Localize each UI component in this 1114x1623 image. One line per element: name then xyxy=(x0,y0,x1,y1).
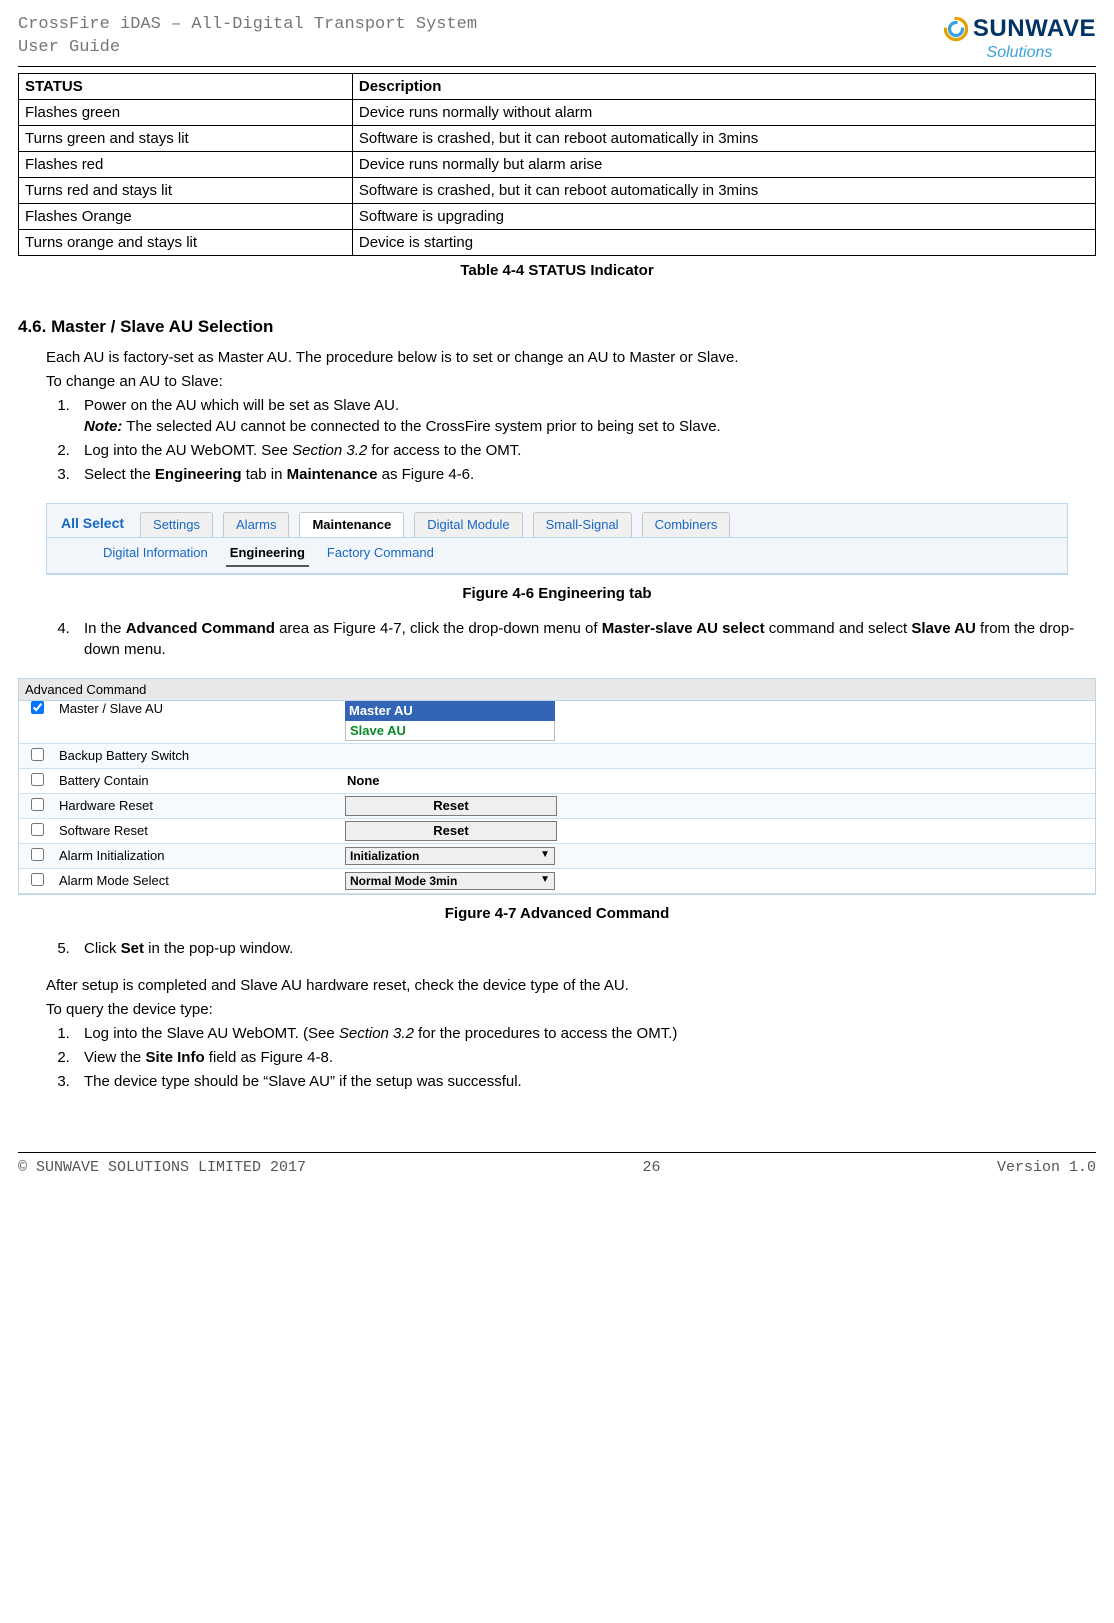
chevron-down-icon: ▼ xyxy=(540,849,550,861)
table-row: Turns green and stays litSoftware is cra… xyxy=(19,125,1096,151)
advanced-command-row: Battery ContainNone xyxy=(19,769,1095,794)
table-cell: Flashes green xyxy=(19,99,353,125)
tab-alarms[interactable]: Alarms xyxy=(223,512,289,537)
select-box[interactable]: Initialization▼ xyxy=(345,847,555,865)
advanced-command-row: Alarm Mode SelectNormal Mode 3min▼ xyxy=(19,869,1095,894)
table-header-status: STATUS xyxy=(19,73,353,99)
subtab-factory-command[interactable]: Factory Command xyxy=(323,542,438,566)
subtab-digital-information[interactable]: Digital Information xyxy=(99,542,212,566)
row-label: Alarm Mode Select xyxy=(55,873,345,889)
table-cell: Turns orange and stays lit xyxy=(19,229,353,255)
section-intro: Each AU is factory-set as Master AU. The… xyxy=(46,347,1096,368)
doc-title-line1: CrossFire iDAS – All-Digital Transport S… xyxy=(18,14,477,37)
dropdown-option-slave-au[interactable]: Slave AU xyxy=(345,721,555,742)
step-2: Log into the AU WebOMT. See Section 3.2 … xyxy=(74,440,1096,461)
figure-4-6-tabs: All Select Settings Alarms Maintenance D… xyxy=(46,503,1068,575)
step-5: Click Set in the pop-up window. xyxy=(74,938,1096,959)
row-checkbox[interactable] xyxy=(31,701,44,714)
row-checkbox[interactable] xyxy=(31,823,44,836)
footer-copyright: © SUNWAVE SOLUTIONS LIMITED 2017 xyxy=(18,1157,306,1178)
figure-4-6-caption: Figure 4-6 Engineering tab xyxy=(18,583,1096,604)
procedure-list-a: Power on the AU which will be set as Sla… xyxy=(46,395,1096,485)
row-checkbox[interactable] xyxy=(31,848,44,861)
table-row: Turns orange and stays litDevice is star… xyxy=(19,229,1096,255)
page-footer: © SUNWAVE SOLUTIONS LIMITED 2017 26 Vers… xyxy=(18,1152,1096,1178)
tab-maintenance[interactable]: Maintenance xyxy=(299,512,404,537)
row-label: Backup Battery Switch xyxy=(55,748,345,764)
advanced-command-row: Software ResetReset xyxy=(19,819,1095,844)
page-header: CrossFire iDAS – All-Digital Transport S… xyxy=(18,14,1096,67)
row-label: Hardware Reset xyxy=(55,798,345,814)
doc-title: CrossFire iDAS – All-Digital Transport S… xyxy=(18,14,477,60)
query-step-2: View the Site Info field as Figure 4-8. xyxy=(74,1047,1096,1068)
row-label: Master / Slave AU xyxy=(55,701,345,717)
brand-logo: SUNWAVE Solutions xyxy=(943,12,1096,64)
step-4: In the Advanced Command area as Figure 4… xyxy=(74,618,1096,660)
advanced-command-row: Backup Battery Switch xyxy=(19,744,1095,769)
table-row: Flashes greenDevice runs normally withou… xyxy=(19,99,1096,125)
step-3: Select the Engineering tab in Maintenanc… xyxy=(74,464,1096,485)
all-select-link[interactable]: All Select xyxy=(55,510,130,538)
tab-digital-module[interactable]: Digital Module xyxy=(414,512,522,537)
reset-button[interactable]: Reset xyxy=(345,821,557,841)
to-query-label: To query the device type: xyxy=(46,999,1096,1020)
table-cell: Device is starting xyxy=(352,229,1095,255)
subtab-engineering[interactable]: Engineering xyxy=(226,542,309,566)
footer-page-number: 26 xyxy=(643,1157,661,1178)
doc-title-line2: User Guide xyxy=(18,37,477,60)
table-cell: Flashes red xyxy=(19,151,353,177)
tab-small-signal[interactable]: Small-Signal xyxy=(533,512,632,537)
procedure-list-a-cont: In the Advanced Command area as Figure 4… xyxy=(46,618,1096,660)
logo-subtitle: Solutions xyxy=(987,42,1053,64)
value-none: None xyxy=(345,773,380,788)
query-step-1: Log into the Slave AU WebOMT. (See Secti… xyxy=(74,1023,1096,1044)
tab-combiners[interactable]: Combiners xyxy=(642,512,731,537)
footer-version: Version 1.0 xyxy=(997,1157,1096,1178)
sunwave-swirl-icon xyxy=(943,16,969,42)
to-change-label: To change an AU to Slave: xyxy=(46,371,1096,392)
select-box[interactable]: Normal Mode 3min▼ xyxy=(345,872,555,890)
query-step-3: The device type should be “Slave AU” if … xyxy=(74,1071,1096,1092)
procedure-list-b: Log into the Slave AU WebOMT. (See Secti… xyxy=(46,1023,1096,1092)
row-checkbox[interactable] xyxy=(31,773,44,786)
chevron-down-icon: ▼ xyxy=(540,874,550,886)
table-cell: Device runs normally without alarm xyxy=(352,99,1095,125)
after-setup-note: After setup is completed and Slave AU ha… xyxy=(46,975,1096,996)
master-slave-dropdown[interactable]: Master AU xyxy=(345,701,555,721)
table-cell: Software is upgrading xyxy=(352,203,1095,229)
row-label: Alarm Initialization xyxy=(55,848,345,864)
procedure-list-a-cont2: Click Set in the pop-up window. xyxy=(46,938,1096,959)
table-cell: Turns green and stays lit xyxy=(19,125,353,151)
tab-settings[interactable]: Settings xyxy=(140,512,213,537)
advanced-command-row: Alarm InitializationInitialization▼ xyxy=(19,844,1095,869)
table-row: Flashes OrangeSoftware is upgrading xyxy=(19,203,1096,229)
table-cell: Flashes Orange xyxy=(19,203,353,229)
table-caption: Table 4-4 STATUS Indicator xyxy=(18,260,1096,281)
advanced-command-title: Advanced Command xyxy=(19,679,1095,702)
figure-4-7-caption: Figure 4-7 Advanced Command xyxy=(18,903,1096,924)
table-cell: Device runs normally but alarm arise xyxy=(352,151,1095,177)
table-cell: Software is crashed, but it can reboot a… xyxy=(352,177,1095,203)
section-heading: 4.6. Master / Slave AU Selection xyxy=(18,315,1096,339)
logo-word: SUNWAVE xyxy=(973,12,1096,46)
table-cell: Turns red and stays lit xyxy=(19,177,353,203)
advanced-command-row: Hardware ResetReset xyxy=(19,794,1095,819)
table-cell: Software is crashed, but it can reboot a… xyxy=(352,125,1095,151)
status-indicator-table: STATUS Description Flashes greenDevice r… xyxy=(18,73,1096,256)
table-row: Flashes redDevice runs normally but alar… xyxy=(19,151,1096,177)
table-row: Turns red and stays litSoftware is crash… xyxy=(19,177,1096,203)
row-checkbox[interactable] xyxy=(31,873,44,886)
row-label: Battery Contain xyxy=(55,773,345,789)
row-checkbox[interactable] xyxy=(31,748,44,761)
figure-4-7-advanced-command: Advanced Command Master / Slave AUMaster… xyxy=(18,678,1096,896)
reset-button[interactable]: Reset xyxy=(345,796,557,816)
row-label: Software Reset xyxy=(55,823,345,839)
row-checkbox[interactable] xyxy=(31,798,44,811)
table-header-description: Description xyxy=(352,73,1095,99)
step-1: Power on the AU which will be set as Sla… xyxy=(74,395,1096,437)
advanced-command-row: Master / Slave AUMaster AUSlave AU xyxy=(19,701,1095,744)
